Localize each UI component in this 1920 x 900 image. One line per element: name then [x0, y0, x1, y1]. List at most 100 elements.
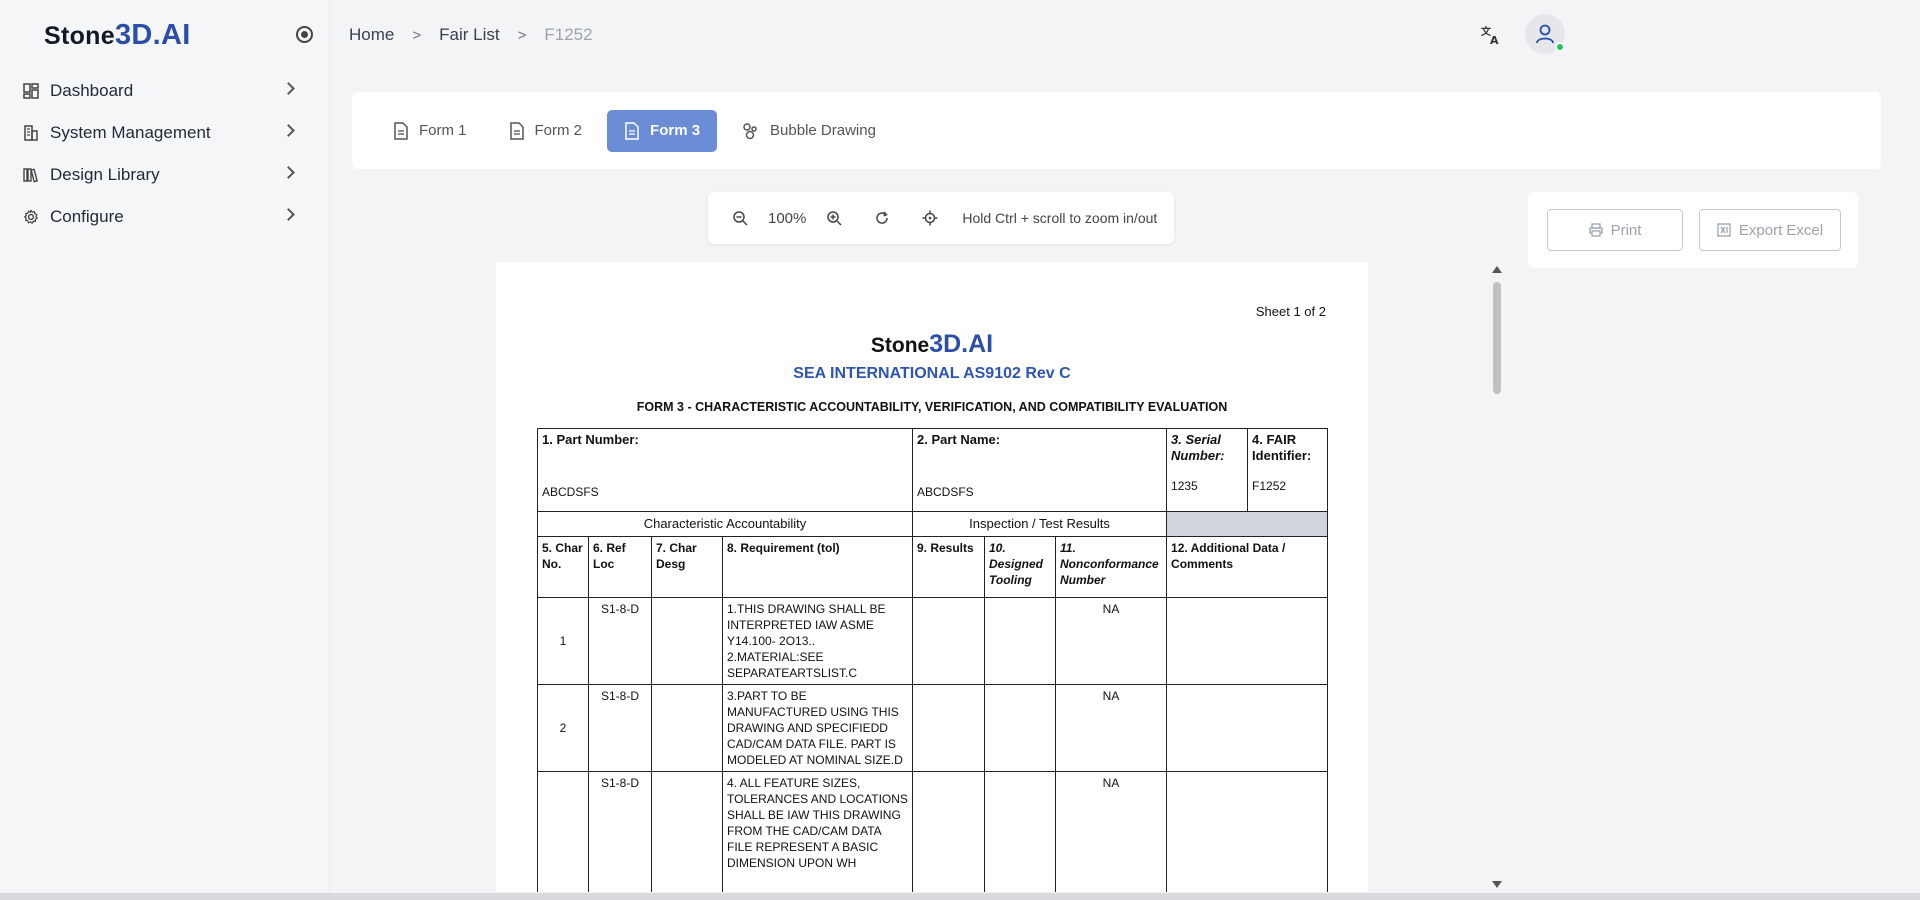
chevron-right-icon: > [517, 26, 527, 44]
form-title: FORM 3 - CHARACTERISTIC ACCOUNTABILITY, … [636, 400, 1228, 414]
chevron-right-icon [282, 124, 295, 137]
part-name-label: 2. Part Name: [917, 432, 1001, 447]
col-char-desg: 7. Char Desg [651, 536, 723, 598]
library-icon [22, 166, 40, 184]
collapse-sidebar-icon[interactable] [296, 26, 313, 43]
preview-scrollbar[interactable] [1490, 264, 1504, 890]
sidebar-item-dashboard[interactable]: Dashboard [0, 70, 329, 112]
row-results [912, 597, 985, 685]
chevron-right-icon: > [412, 26, 422, 44]
export-label: Export Excel [1738, 221, 1824, 239]
sidebar-item-design-library[interactable]: Design Library [0, 154, 329, 196]
row-nonconformance: NA [1054, 597, 1168, 685]
export-excel-button[interactable]: Export Excel [1699, 209, 1841, 251]
col-char-no: 5. Char No. [537, 536, 589, 598]
table-row: 1 S1-8-D 1.THIS DRAWING SHALL BE INTERPR… [537, 597, 1329, 685]
tab-form-1[interactable]: Form 1 [376, 110, 484, 152]
row-char-desg [651, 684, 723, 772]
scrollbar-thumb[interactable] [1493, 282, 1501, 394]
user-avatar[interactable] [1525, 14, 1565, 54]
fit-view-button[interactable] [916, 204, 944, 232]
sidebar-item-label: Configure [50, 207, 124, 226]
gear-icon [22, 208, 40, 226]
col-requirement: 8. Requirement (tol) [722, 536, 913, 598]
sheet-number: Sheet 1 of 2 [1255, 304, 1326, 319]
breadcrumb: Home > Fair List > F1252 [330, 25, 593, 45]
zoom-in-button[interactable] [820, 204, 848, 232]
form-tabs: Form 1 Form 2 Form 3 Bubble Drawing [352, 92, 1881, 169]
online-status-dot [1555, 42, 1565, 52]
tab-form-2[interactable]: Form 2 [492, 110, 600, 152]
row-char-no [537, 771, 589, 892]
chevron-right-icon [282, 166, 295, 179]
sidebar-item-label: System Management [50, 123, 211, 142]
serial-number-label: 3. Serial Number: [1171, 432, 1225, 463]
print-label: Print [1610, 221, 1642, 239]
tab-form-3[interactable]: Form 3 [607, 109, 718, 152]
form3-sheet: Sheet 1 of 2 Stone3D.AI SEA INTERNATIONA… [496, 262, 1368, 892]
sidebar: Stone3D.AI Dashboard System Management D… [0, 0, 330, 900]
standard-title: SEA INTERNATIONAL AS9102 Rev C [793, 365, 1071, 382]
row-results [912, 684, 985, 772]
tab-label: Form 1 [419, 122, 467, 139]
fair-identifier-label: 4. FAIR Identifier: [1252, 432, 1312, 463]
row-results [912, 771, 985, 892]
tab-label: Form 3 [650, 122, 701, 139]
scroll-up-icon[interactable] [1492, 266, 1502, 273]
serial-number-cell: 3. Serial Number: 1235 [1166, 428, 1249, 512]
table-row: S1-8-D 4. ALL FEATURE SIZES, TOLERANCES … [537, 771, 1329, 892]
refresh-icon [876, 211, 889, 224]
header-row: 1. Part Number: ABCDSFS 2. Part Name: AB… [537, 428, 1329, 512]
zoom-level: 100% [768, 209, 807, 227]
part-name-value: ABCDSFS [917, 485, 974, 499]
part-name-cell: 2. Part Name: ABCDSFS [911, 428, 1168, 512]
sidebar-item-configure[interactable]: Configure [0, 196, 329, 238]
column-header-row: 5. Char No. 6. Ref Loc 7. Char Desg 8. R… [537, 536, 1329, 598]
section-row: Characteristic Accountability Inspection… [537, 511, 1329, 537]
tab-label: Form 2 [534, 122, 583, 139]
col-ref-loc: 6. Ref Loc [588, 536, 652, 598]
zoom-out-icon [733, 211, 748, 226]
row-requirement: 4. ALL FEATURE SIZES, TOLERANCES AND LOC… [722, 771, 913, 892]
tab-bubble-drawing[interactable]: Bubble Drawing [725, 110, 893, 152]
row-char-no: 2 [537, 684, 589, 772]
serial-number-value: 1235 [1171, 479, 1198, 493]
col-additional-data: 12. Additional Data / Comments [1166, 536, 1329, 598]
topbar: Home > Fair List > F1252 [330, 0, 1920, 70]
sidebar-item-system-management[interactable]: System Management [0, 112, 329, 154]
doc-logo-3dai: 3D.AI [929, 330, 994, 358]
row-comments [1166, 597, 1329, 685]
reset-zoom-button[interactable] [868, 204, 896, 232]
row-tooling [984, 597, 1056, 685]
row-ref-loc: S1-8-D [588, 597, 652, 685]
translate-icon[interactable]: 文A [1478, 22, 1504, 48]
bubbles-icon [743, 122, 757, 139]
svg-text:A: A [1490, 34, 1499, 46]
row-char-desg [651, 771, 723, 892]
zoom-in-icon [827, 211, 842, 226]
scroll-down-icon[interactable] [1492, 881, 1502, 888]
zoom-toolbar: 100% Hold Ctrl + scroll to zoom in/out [708, 192, 1174, 244]
breadcrumb-current: F1252 [544, 25, 593, 44]
table-row: 2 S1-8-D 3.PART TO BE MANUFACTURED USING… [537, 684, 1329, 772]
document-icon [625, 121, 639, 140]
chevron-right-icon [282, 208, 295, 221]
row-ref-loc: S1-8-D [588, 771, 652, 892]
breadcrumb-fair-list[interactable]: Fair List [439, 25, 499, 45]
col-designed-tooling: 10. Designed Tooling [984, 536, 1056, 598]
part-number-cell: 1. Part Number: ABCDSFS [537, 428, 913, 512]
app-logo[interactable]: Stone3D.AI [44, 19, 191, 52]
col-nonconformance: 11. Nonconformance Number [1054, 536, 1168, 598]
row-requirement: 1.THIS DRAWING SHALL BE INTERPRETED IAW … [722, 597, 913, 685]
zoom-out-button[interactable] [726, 204, 754, 232]
chevron-right-icon [282, 82, 295, 95]
document-logo: Stone3D.AI [496, 330, 1368, 359]
form3-table: 1. Part Number: ABCDSFS 2. Part Name: AB… [537, 428, 1329, 892]
row-comments [1166, 771, 1329, 892]
dashboard-icon [22, 82, 40, 100]
col-results: 9. Results [912, 536, 985, 598]
print-button[interactable]: Print [1547, 209, 1683, 251]
section-inspection: Inspection / Test Results [911, 511, 1168, 537]
breadcrumb-home[interactable]: Home [349, 25, 394, 45]
row-nonconformance: NA [1054, 684, 1168, 772]
